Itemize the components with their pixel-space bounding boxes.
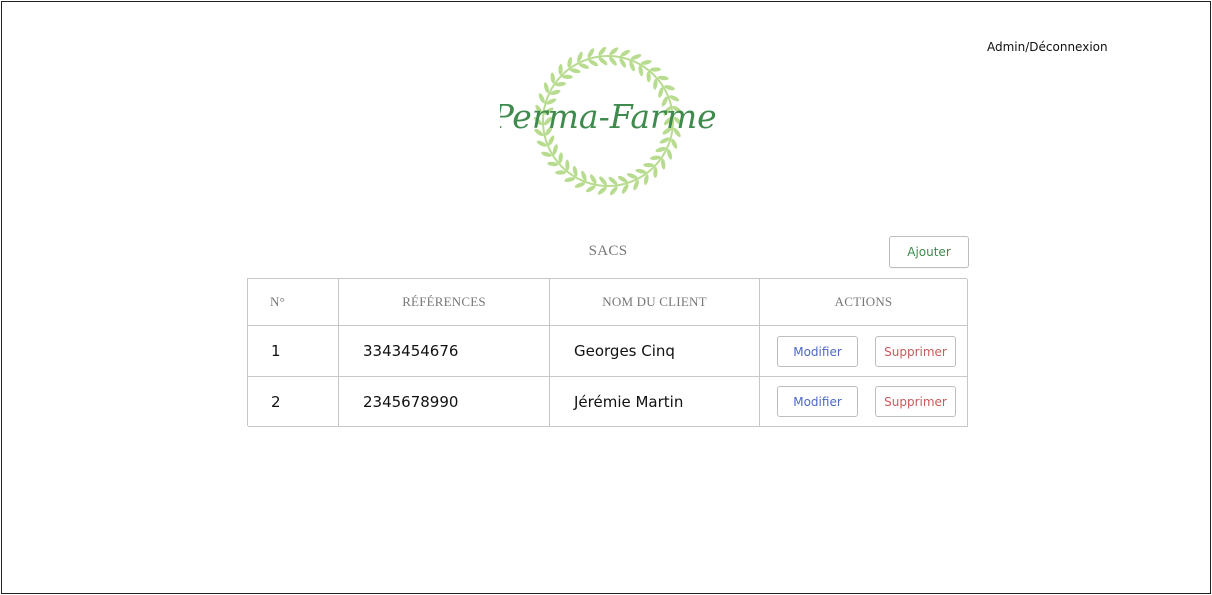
page-title: SACS: [588, 243, 628, 259]
wreath-leaf: [598, 57, 608, 66]
wreath-leaf: [597, 186, 607, 195]
wreath-leaf: [550, 72, 555, 84]
row-number: 1: [248, 326, 339, 377]
client-name: Jérémie Martin: [550, 377, 760, 427]
wreath-leaf: [585, 185, 596, 193]
row-actions: Modifier Supprimer: [760, 377, 968, 427]
bag-reference: 2345678990: [339, 377, 550, 427]
wreath-leaf: [617, 175, 628, 183]
column-actions-header: ACTIONS: [760, 279, 968, 326]
wreath-leaf: [646, 71, 651, 83]
wreath-leaf: [661, 158, 666, 170]
wreath-leaf: [609, 47, 619, 56]
brand-name: Perma-Farmer: [500, 97, 716, 136]
app-frame: Admin/Déconnexion Perma-Farmer SACS Ajou…: [1, 1, 1211, 594]
add-bag-button[interactable]: Ajouter: [889, 236, 969, 268]
table-row: 2 2345678990 Jérémie Martin Modifier Sup…: [248, 377, 968, 427]
wreath-leaf: [588, 59, 599, 67]
delete-button[interactable]: Supprimer: [875, 386, 956, 417]
delete-button[interactable]: Supprimer: [875, 336, 956, 367]
wreath-logo-graphic: Perma-Farmer: [500, 46, 716, 196]
wreath-leaf: [649, 67, 661, 72]
wreath-leaf: [643, 163, 655, 168]
row-actions: Modifier Supprimer: [760, 326, 968, 377]
column-references-header: RÉFÉRENCES: [339, 279, 550, 326]
wreath-leaf: [555, 170, 567, 175]
column-client-name-header: NOM DU CLIENT: [550, 279, 760, 326]
bags-table: N° RÉFÉRENCES NOM DU CLIENT ACTIONS 1 33…: [247, 278, 968, 427]
column-number-header: N°: [248, 279, 339, 326]
bag-reference: 3343454676: [339, 326, 550, 377]
wreath-leaf: [608, 176, 618, 185]
client-name: Georges Cinq: [550, 326, 760, 377]
table-header-row: N° RÉFÉRENCES NOM DU CLIENT ACTIONS: [248, 279, 968, 326]
row-number: 2: [248, 377, 339, 427]
wreath-leaf: [620, 49, 631, 57]
wreath-leaf: [558, 64, 563, 75]
wreath-leaf: [565, 159, 570, 171]
edit-button[interactable]: Modifier: [777, 386, 858, 417]
wreath-leaf: [561, 74, 573, 79]
admin-logout-link[interactable]: Admin/Déconnexion: [987, 40, 1108, 54]
brand-logo: Perma-Farmer: [500, 42, 716, 200]
wreath-leaf: [653, 167, 658, 178]
table-row: 1 3343454676 Georges Cinq Modifier Suppr…: [248, 326, 968, 377]
edit-button[interactable]: Modifier: [777, 336, 858, 367]
